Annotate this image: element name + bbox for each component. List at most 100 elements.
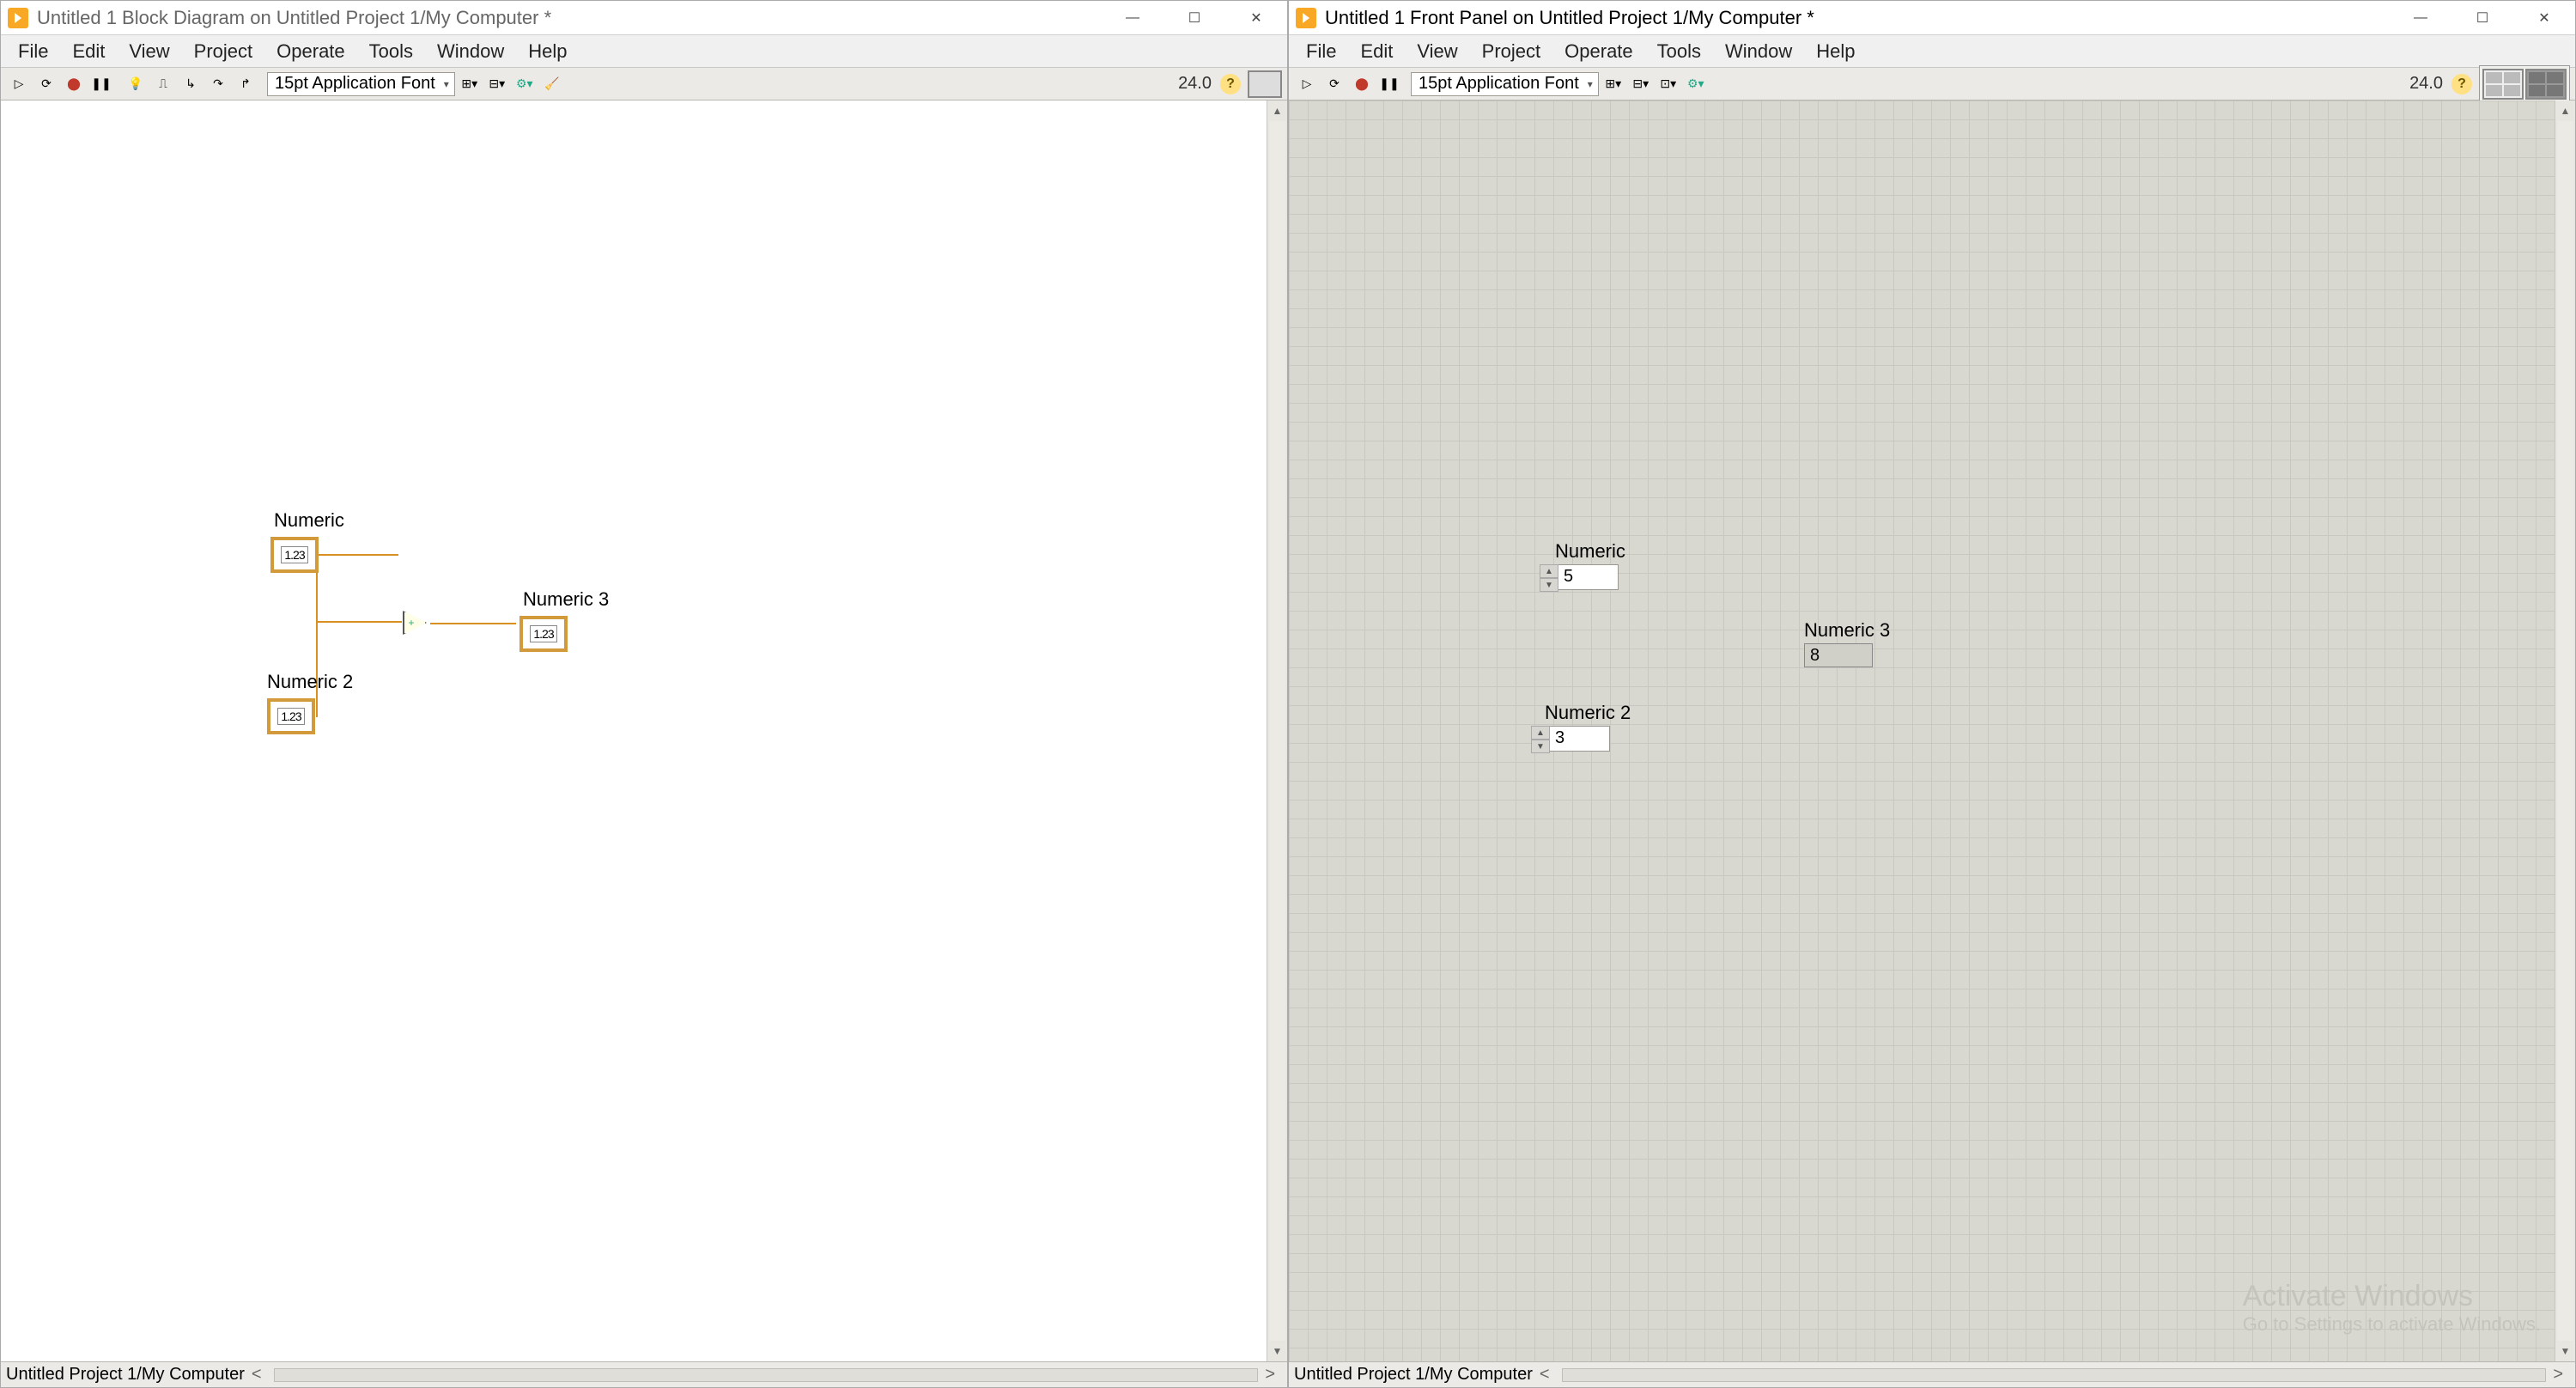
statusbar: Untitled Project 1/My Computer < >	[1289, 1361, 2575, 1387]
step-over-button[interactable]: ↷	[205, 72, 231, 96]
abort-button[interactable]: ⬤	[61, 72, 87, 96]
maximize-button[interactable]: ☐	[2451, 1, 2513, 35]
pause-button[interactable]: ❚❚	[1376, 72, 1402, 96]
highlight-execution-button[interactable]: 💡	[123, 72, 149, 96]
icon-pane[interactable]	[2479, 65, 2570, 103]
menu-tools[interactable]: Tools	[357, 35, 425, 68]
retain-wire-button[interactable]: ⎍	[150, 72, 176, 96]
vi-icon[interactable]	[2525, 69, 2567, 100]
scroll-left-button[interactable]: <	[1533, 1365, 1557, 1385]
horizontal-scrollbar[interactable]	[1562, 1368, 2547, 1382]
numeric-input[interactable]: 5	[1558, 564, 1619, 590]
spinner-icon[interactable]: ▲▼	[1540, 564, 1558, 592]
pause-button[interactable]: ❚❚	[88, 72, 114, 96]
run-button[interactable]: ▷	[6, 72, 32, 96]
scroll-left-button[interactable]: <	[245, 1365, 269, 1385]
numeric3-indicator-terminal[interactable]: 1.23	[519, 616, 568, 652]
numeric-control[interactable]: ▲▼ 5	[1540, 564, 1619, 592]
numeric-control-terminal[interactable]: 1.23	[270, 537, 319, 573]
horizontal-scrollbar[interactable]	[274, 1368, 1259, 1382]
terminal-display: 1.23	[281, 546, 307, 563]
titlebar: Untitled 1 Front Panel on Untitled Proje…	[1289, 1, 2575, 35]
menu-edit[interactable]: Edit	[1348, 35, 1405, 68]
window-controls: — ☐ ✕	[2390, 1, 2575, 35]
watermark-title: Activate Windows	[2243, 1280, 2541, 1313]
menu-window[interactable]: Window	[425, 35, 516, 68]
menu-operate[interactable]: Operate	[264, 35, 357, 68]
node-label-numeric3: Numeric 3	[523, 588, 609, 611]
align-button[interactable]: ⊞▾	[457, 72, 483, 96]
distribute-button[interactable]: ⊟▾	[1628, 72, 1654, 96]
labview-icon	[8, 8, 28, 28]
menu-view[interactable]: View	[117, 35, 181, 68]
step-into-button[interactable]: ↳	[178, 72, 204, 96]
node-label-numeric: Numeric	[274, 509, 344, 532]
block-diagram-canvas[interactable]: ▲▼ Numeric 1.23 Numeric 2 1.23 Numeric 3…	[1, 100, 1287, 1361]
menu-operate[interactable]: Operate	[1552, 35, 1645, 68]
vi-icon[interactable]	[1248, 70, 1282, 98]
maximize-button[interactable]: ☐	[1163, 1, 1225, 35]
font-selector[interactable]: 15pt Application Font	[1411, 72, 1599, 96]
minimize-button[interactable]: —	[2390, 1, 2451, 35]
help-icon[interactable]: ?	[1220, 74, 1241, 94]
wire	[316, 623, 318, 717]
menu-window[interactable]: Window	[1713, 35, 1804, 68]
toolbar: ▷ ⟳ ⬤ ❚❚ 15pt Application Font ⊞▾ ⊟▾ ⊡▾ …	[1289, 68, 2575, 100]
wire	[316, 621, 402, 623]
font-selector[interactable]: 15pt Application Font	[267, 72, 455, 96]
menu-project[interactable]: Project	[182, 35, 264, 68]
window-title: Untitled 1 Front Panel on Untitled Proje…	[1325, 7, 2390, 29]
align-button[interactable]: ⊞▾	[1601, 72, 1626, 96]
indicator-label-numeric3: Numeric 3	[1804, 619, 1890, 642]
wire	[430, 623, 516, 624]
connector-pane-icon[interactable]	[2482, 69, 2524, 100]
vertical-scrollbar[interactable]: ▲▼	[2555, 100, 2575, 1361]
titlebar: Untitled 1 Block Diagram on Untitled Pro…	[1, 1, 1287, 35]
windows-activation-watermark: Activate Windows Go to Settings to activ…	[2243, 1280, 2541, 1336]
help-icon[interactable]: ?	[2451, 74, 2472, 94]
control-label-numeric2: Numeric 2	[1545, 702, 1631, 724]
cleanup-button[interactable]: 🧹	[539, 72, 565, 96]
distribute-button[interactable]: ⊟▾	[484, 72, 510, 96]
menu-project[interactable]: Project	[1470, 35, 1552, 68]
numeric2-control[interactable]: ▲▼ 3	[1531, 726, 1610, 753]
scroll-right-button[interactable]: >	[1258, 1365, 1282, 1385]
statusbar: Untitled Project 1/My Computer < >	[1, 1361, 1287, 1387]
numeric2-input[interactable]: 3	[1550, 726, 1610, 752]
menubar: File Edit View Project Operate Tools Win…	[1289, 35, 2575, 68]
control-label-numeric: Numeric	[1555, 540, 1625, 563]
window-title: Untitled 1 Block Diagram on Untitled Pro…	[37, 7, 1102, 29]
add-function-node[interactable]	[403, 611, 427, 635]
menu-edit[interactable]: Edit	[60, 35, 117, 68]
menu-help[interactable]: Help	[1804, 35, 1867, 68]
close-button[interactable]: ✕	[1225, 1, 1287, 35]
menu-view[interactable]: View	[1405, 35, 1469, 68]
status-path: Untitled Project 1/My Computer	[6, 1365, 245, 1385]
run-continuous-button[interactable]: ⟳	[1321, 72, 1347, 96]
scroll-right-button[interactable]: >	[2546, 1365, 2570, 1385]
menu-help[interactable]: Help	[516, 35, 579, 68]
node-label-numeric2: Numeric 2	[267, 671, 353, 693]
wire	[316, 554, 398, 556]
step-out-button[interactable]: ↱	[233, 72, 258, 96]
version-label: 24.0	[2403, 74, 2450, 94]
reorder-button[interactable]: ⚙▾	[1683, 72, 1709, 96]
front-panel-canvas[interactable]: ▲▼ Numeric ▲▼ 5 Numeric 2 ▲▼ 3 Numeric 3…	[1289, 100, 2575, 1361]
vertical-scrollbar[interactable]: ▲▼	[1267, 100, 1287, 1361]
toolbar: ▷ ⟳ ⬤ ❚❚ 💡 ⎍ ↳ ↷ ↱ 15pt Application Font…	[1, 68, 1287, 100]
resize-button[interactable]: ⊡▾	[1656, 72, 1681, 96]
close-button[interactable]: ✕	[2513, 1, 2575, 35]
window-controls: — ☐ ✕	[1102, 1, 1287, 35]
status-path: Untitled Project 1/My Computer	[1294, 1365, 1533, 1385]
run-button[interactable]: ▷	[1294, 72, 1320, 96]
spinner-icon[interactable]: ▲▼	[1531, 726, 1550, 753]
numeric2-control-terminal[interactable]: 1.23	[267, 698, 315, 734]
block-diagram-window: Untitled 1 Block Diagram on Untitled Pro…	[0, 0, 1288, 1388]
run-continuous-button[interactable]: ⟳	[33, 72, 59, 96]
menu-tools[interactable]: Tools	[1645, 35, 1713, 68]
minimize-button[interactable]: —	[1102, 1, 1163, 35]
reorder-button[interactable]: ⚙▾	[512, 72, 538, 96]
menu-file[interactable]: File	[1294, 35, 1348, 68]
menu-file[interactable]: File	[6, 35, 60, 68]
abort-button[interactable]: ⬤	[1349, 72, 1375, 96]
